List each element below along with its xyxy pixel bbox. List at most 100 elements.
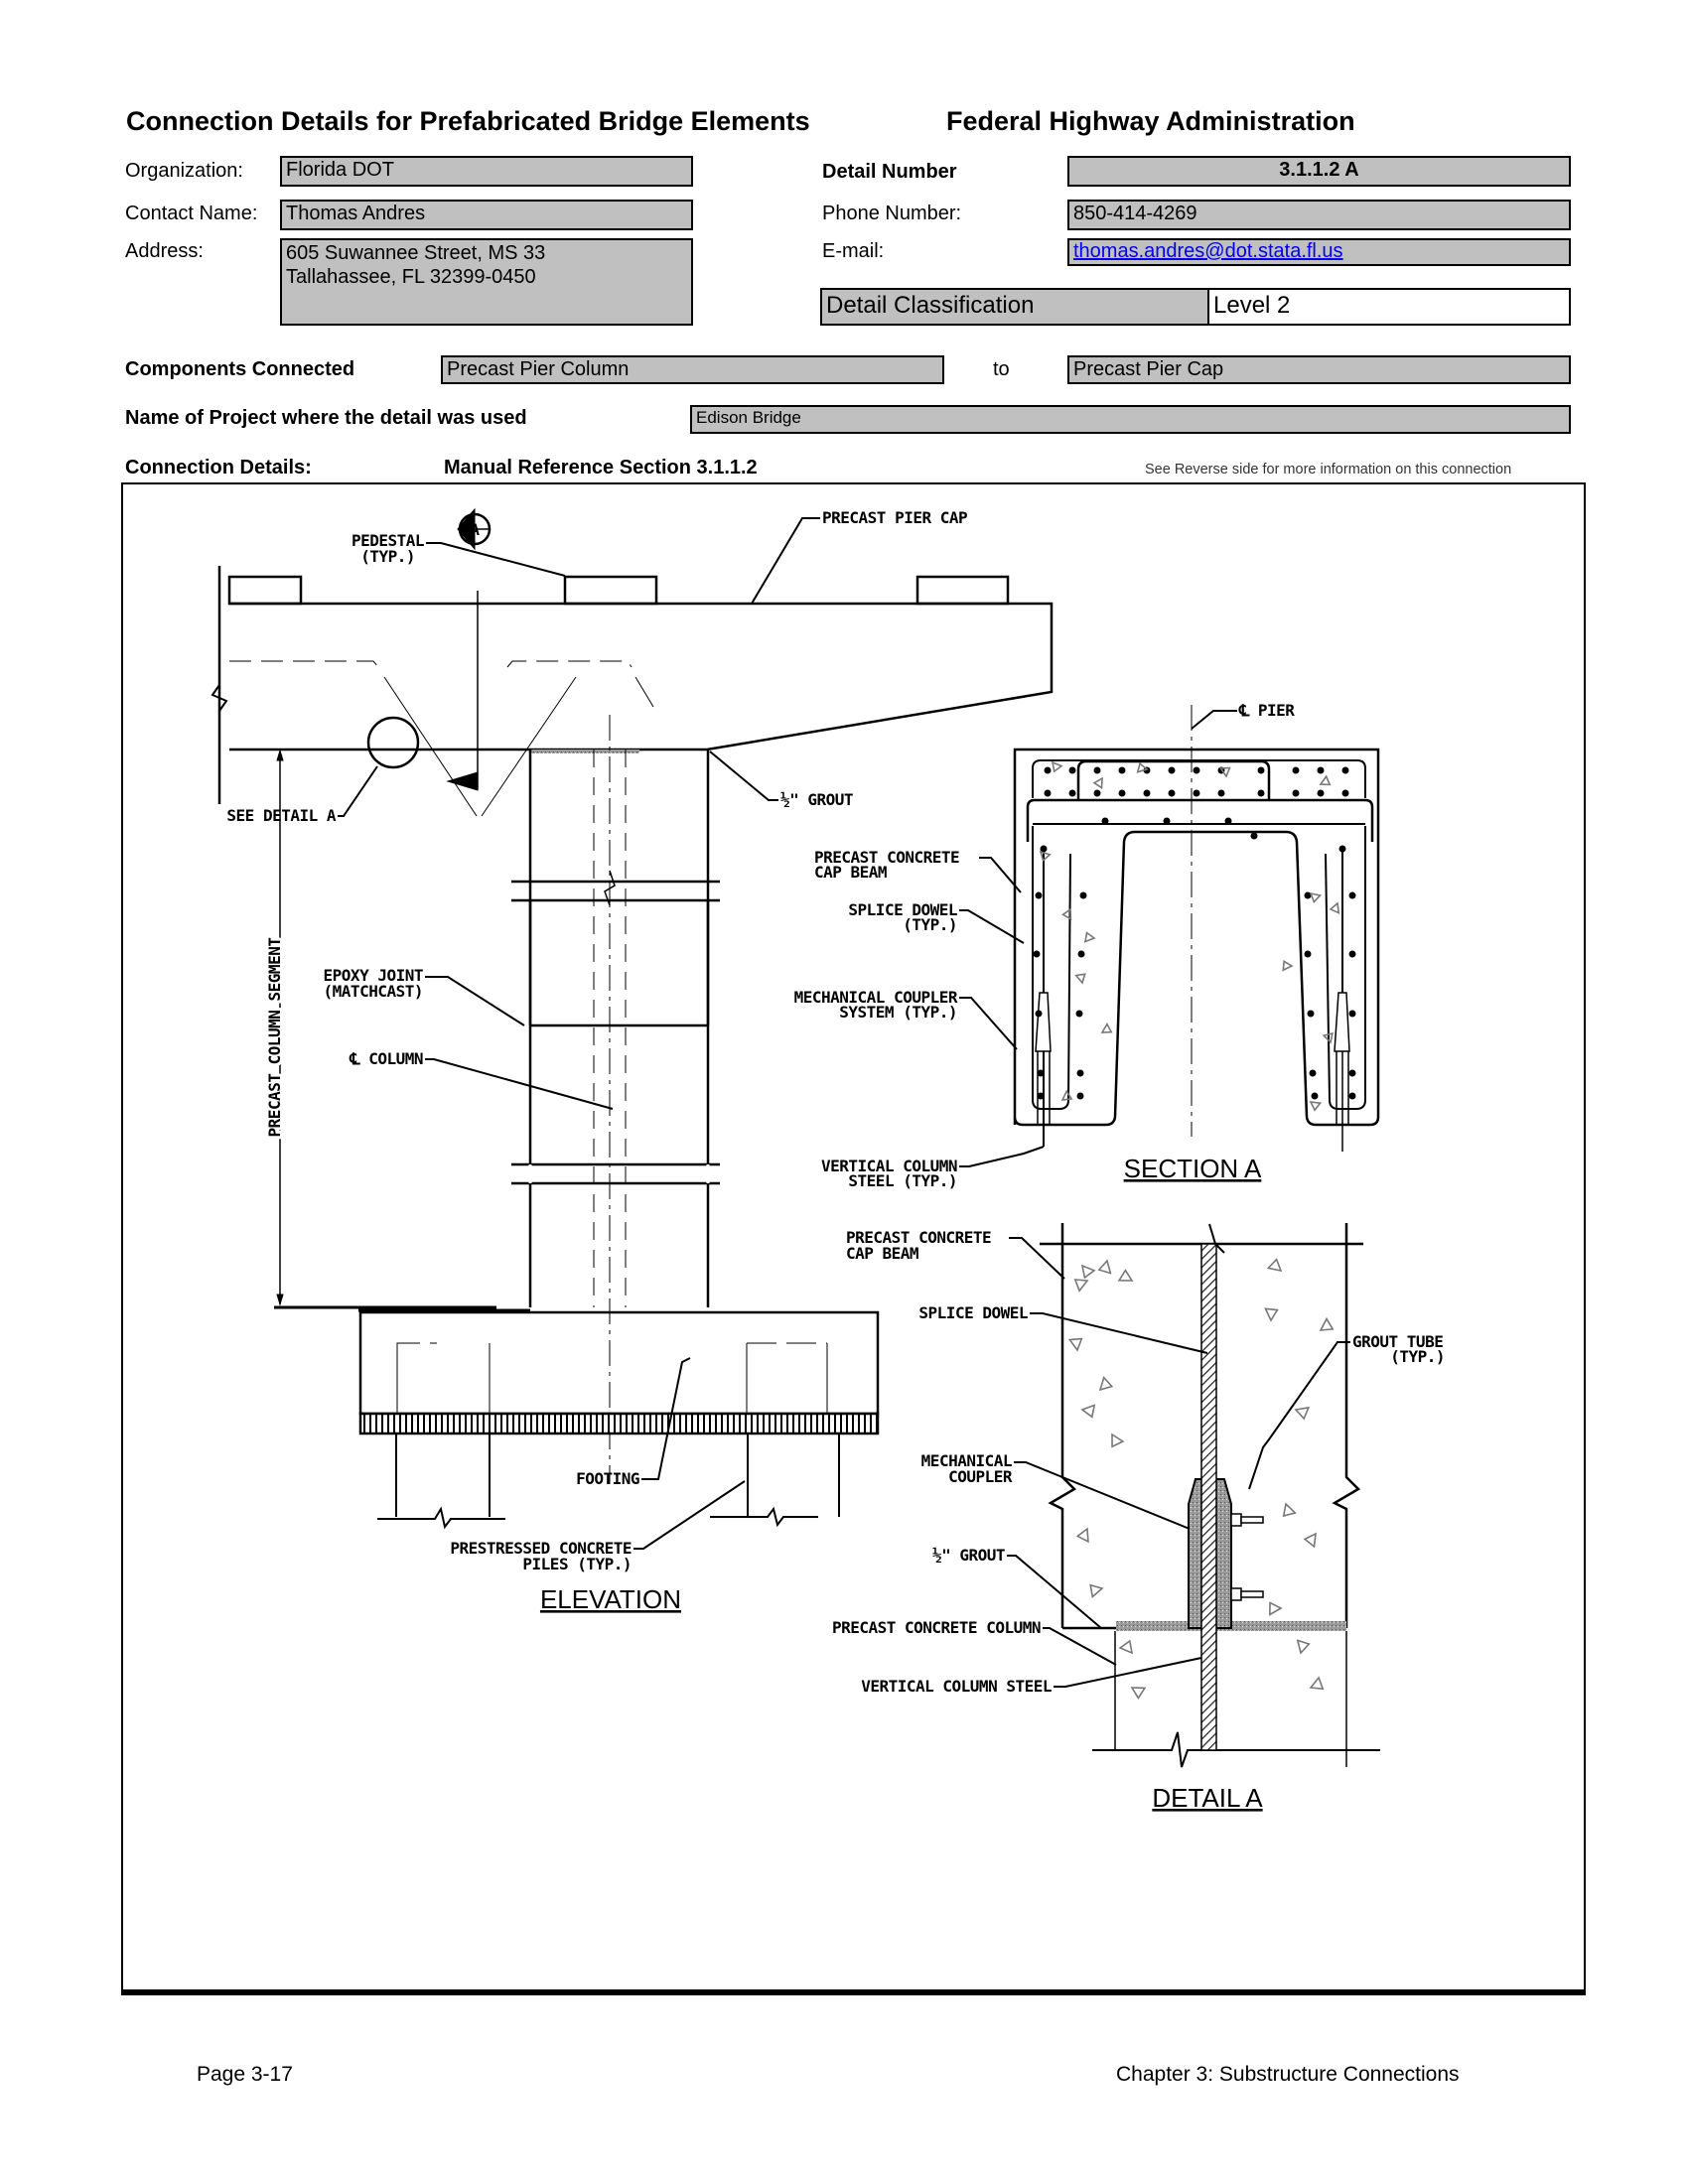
rebar-dot bbox=[1068, 789, 1076, 797]
rebar-dot bbox=[1118, 766, 1126, 774]
aggregate-mark bbox=[1130, 1687, 1147, 1700]
aggregate-mark bbox=[1080, 1264, 1096, 1280]
aggregate-mark bbox=[1303, 1532, 1317, 1549]
rebar-dot bbox=[1037, 1069, 1045, 1077]
label-da-coupler: COUPLER bbox=[948, 1467, 1013, 1486]
aggregate-mark bbox=[1098, 1376, 1114, 1392]
aggregate-mark bbox=[1118, 1639, 1134, 1655]
aggregate-mark bbox=[1294, 1406, 1311, 1421]
aggregate-mark bbox=[1282, 1502, 1297, 1518]
label-sa-cap-beam-2: CAP BEAM bbox=[814, 863, 887, 882]
rebar-dot bbox=[1033, 950, 1041, 958]
label-cl-column: ℄ COLUMN bbox=[349, 1049, 423, 1068]
rebar-dot bbox=[1341, 789, 1349, 797]
rebar-dot bbox=[1348, 1010, 1356, 1018]
rebar-dot bbox=[1317, 789, 1325, 797]
rebar-dot bbox=[1101, 817, 1109, 825]
detail-a-leaders bbox=[1007, 1237, 1350, 1688]
rebar-dot bbox=[1168, 766, 1176, 774]
aggregate-mark bbox=[1266, 1258, 1283, 1273]
rebar-dot bbox=[1075, 1010, 1083, 1018]
rebar-dot bbox=[1348, 1069, 1356, 1077]
rebar-dot bbox=[1044, 766, 1052, 774]
rebar-dot bbox=[1076, 1092, 1084, 1100]
aggregate-mark bbox=[1264, 1307, 1279, 1322]
rebar-dot bbox=[1037, 1092, 1045, 1100]
section-marker-letter: A bbox=[470, 520, 480, 539]
rebar-dot bbox=[1217, 789, 1225, 797]
label-da-grout-tube-typ: (TYP.) bbox=[1390, 1347, 1445, 1366]
rebar-dot bbox=[1348, 891, 1356, 899]
footing bbox=[358, 1308, 880, 1530]
detail-a-callout-circle bbox=[366, 716, 420, 769]
rebar-dot bbox=[1093, 789, 1101, 797]
aggregate-mark bbox=[1117, 1269, 1134, 1282]
rebar-dot bbox=[1077, 950, 1085, 958]
rebar-dot bbox=[1338, 845, 1346, 853]
aggregate-mark bbox=[1309, 1676, 1325, 1691]
elevation-leaders bbox=[338, 517, 820, 1550]
rebar-dot bbox=[1093, 766, 1101, 774]
rebar-dot bbox=[1168, 789, 1176, 797]
rebar-dot bbox=[1143, 789, 1151, 797]
rebar-dot bbox=[1079, 891, 1087, 899]
label-da-precast-column: PRECAST CONCRETE COLUMN bbox=[832, 1618, 1041, 1637]
label-da-grout: ½" GROUT bbox=[932, 1546, 1005, 1565]
aggregate-mark bbox=[1080, 1404, 1096, 1419]
rebar-dot bbox=[1341, 766, 1349, 774]
aggregate-mark bbox=[1111, 1433, 1125, 1448]
section-cut-marker-a bbox=[446, 507, 492, 791]
connection-drawing: A PEDESTAL (TYP.) PRECAST PIER CAP SEE D… bbox=[211, 507, 1446, 1813]
section-a-title: SECTION A bbox=[1124, 1154, 1262, 1183]
label-see-detail-a: SEE DETAIL A bbox=[226, 806, 336, 825]
aggregate-mark bbox=[1296, 1639, 1311, 1655]
rebar-dot bbox=[1193, 766, 1200, 774]
rebar-dot bbox=[1307, 1010, 1315, 1018]
aggregate-mark bbox=[1075, 1527, 1089, 1544]
aggregate-mark bbox=[1089, 1583, 1104, 1599]
rebar-dot bbox=[1348, 950, 1356, 958]
label-pedestal-typ: (TYP.) bbox=[360, 547, 415, 566]
column-segment-dimension bbox=[274, 749, 496, 1309]
rebar-dot bbox=[1292, 766, 1300, 774]
rebar-dot bbox=[1035, 891, 1043, 899]
aggregate-mark bbox=[1097, 1259, 1112, 1275]
pier-cap bbox=[211, 566, 1054, 817]
precast-column bbox=[366, 715, 720, 1484]
aggregate-mark bbox=[1073, 1279, 1089, 1293]
rebar-dot bbox=[1311, 1092, 1319, 1100]
aggregate-mark bbox=[1067, 1337, 1083, 1352]
chapter-footer: Chapter 3: Substructure Connections bbox=[1116, 2063, 1460, 2086]
aggregate-mark bbox=[1269, 1601, 1283, 1616]
label-da-splice-dowel: SPLICE DOWEL bbox=[918, 1303, 1028, 1322]
label-sa-coupler-typ: SYSTEM (TYP.) bbox=[839, 1003, 957, 1022]
label-grout: ½" GROUT bbox=[780, 790, 853, 809]
aggregate-mark bbox=[1319, 1316, 1335, 1331]
rebar-dot bbox=[1076, 1069, 1084, 1077]
rebar-dot bbox=[1193, 789, 1200, 797]
label-cl-pier: ℄ PIER bbox=[1238, 701, 1295, 720]
rebar-dot bbox=[1044, 789, 1052, 797]
detail-a-view bbox=[1007, 1223, 1380, 1768]
label-da-column-steel: VERTICAL COLUMN STEEL bbox=[861, 1677, 1052, 1696]
label-footing: FOOTING bbox=[576, 1469, 639, 1488]
rebar-dot bbox=[1292, 789, 1300, 797]
detail-a-title: DETAIL A bbox=[1152, 1783, 1263, 1813]
elevation-view: A bbox=[211, 507, 1054, 1550]
rebar-dot bbox=[1068, 766, 1076, 774]
label-epoxy-joint-matchcast: (MATCHCAST) bbox=[324, 982, 423, 1001]
rebar-dot bbox=[1257, 789, 1265, 797]
rebar-dot bbox=[1317, 766, 1325, 774]
label-precast-pier-cap: PRECAST PIER CAP bbox=[822, 508, 967, 527]
aggregate-mark bbox=[1282, 959, 1294, 972]
rebar-dot bbox=[1348, 1092, 1356, 1100]
label-piles-typ: PILES (TYP.) bbox=[522, 1555, 632, 1573]
label-sa-splice-dowel-typ: (TYP.) bbox=[903, 915, 957, 934]
rebar-dot bbox=[1224, 817, 1232, 825]
rebar-dot bbox=[1257, 766, 1265, 774]
label-precast-column-segment: PRECAST COLUMN SEGMENT bbox=[265, 938, 284, 1138]
rebar-dot bbox=[1250, 832, 1258, 840]
label-da-cap-beam-2: CAP BEAM bbox=[846, 1244, 918, 1263]
rebar-dot bbox=[1304, 950, 1312, 958]
rebar-dot bbox=[1309, 1069, 1317, 1077]
